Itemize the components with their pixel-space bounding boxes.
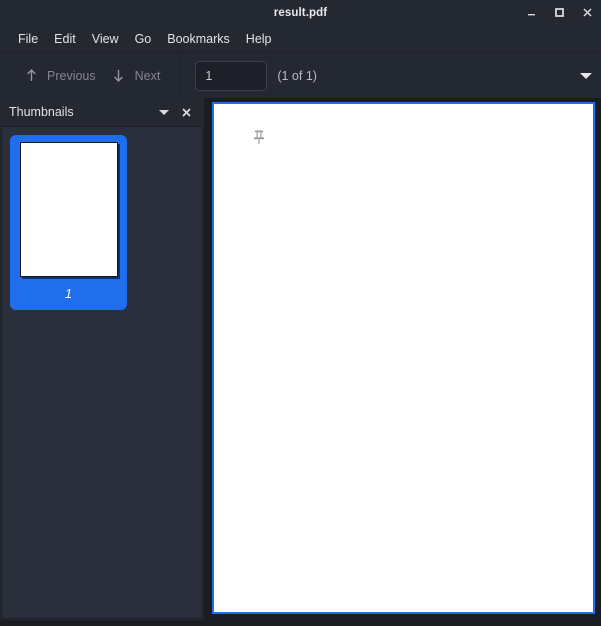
menu-item-bookmarks[interactable]: Bookmarks [159, 29, 238, 49]
chevron-down-icon [159, 109, 169, 115]
page-count-label: (1 of 1) [277, 68, 317, 83]
sidebar-panel: Thumbnails 1 [0, 98, 204, 620]
window-controls [524, 0, 595, 25]
thumbnail-page-preview [19, 142, 118, 277]
toolbar-overflow-button[interactable] [580, 53, 592, 98]
minimize-button[interactable] [524, 5, 539, 20]
thumbnail-item-1[interactable]: 1 [10, 135, 127, 310]
document-view[interactable] [204, 98, 601, 620]
previous-page-label: Previous [47, 68, 96, 83]
window-bottom-edge [0, 620, 601, 626]
menu-item-file[interactable]: File [10, 29, 46, 49]
window-title: result.pdf [273, 6, 328, 19]
next-page-label: Next [134, 68, 161, 83]
previous-page-button[interactable]: Previous [16, 64, 104, 88]
chevron-down-icon [580, 72, 592, 79]
next-page-button[interactable]: Next [104, 64, 169, 88]
thumbnail-page-label: 1 [64, 286, 73, 301]
toolbar-separator [180, 53, 182, 98]
sidebar-close-button[interactable] [175, 101, 197, 123]
close-icon [181, 107, 191, 117]
main-content: Thumbnails 1 [0, 98, 601, 620]
arrow-up-icon [24, 68, 38, 84]
menu-item-view[interactable]: View [84, 29, 127, 49]
title-bar: result.pdf [0, 0, 601, 25]
sidebar-header: Thumbnails [0, 98, 204, 126]
page-number-input[interactable]: 1 [195, 60, 268, 91]
arrow-down-icon [112, 68, 126, 84]
close-button[interactable] [580, 5, 595, 20]
menu-item-edit[interactable]: Edit [46, 29, 84, 49]
menu-item-go[interactable]: Go [127, 29, 160, 49]
thumbnail-list[interactable]: 1 [1, 126, 203, 619]
pushpin-icon [252, 129, 266, 147]
sidebar-title: Thumbnails [9, 105, 74, 119]
sidebar-dropdown-button[interactable] [153, 101, 175, 123]
pdf-viewer-window: result.pdf File Edit View Go Bookmarks H… [0, 0, 601, 626]
toolbar: Previous Next 1 (1 of 1) [0, 53, 601, 98]
menu-bar: File Edit View Go Bookmarks Help [0, 25, 601, 53]
maximize-button[interactable] [552, 5, 567, 20]
menu-item-help[interactable]: Help [238, 29, 280, 49]
document-page[interactable] [212, 102, 595, 614]
